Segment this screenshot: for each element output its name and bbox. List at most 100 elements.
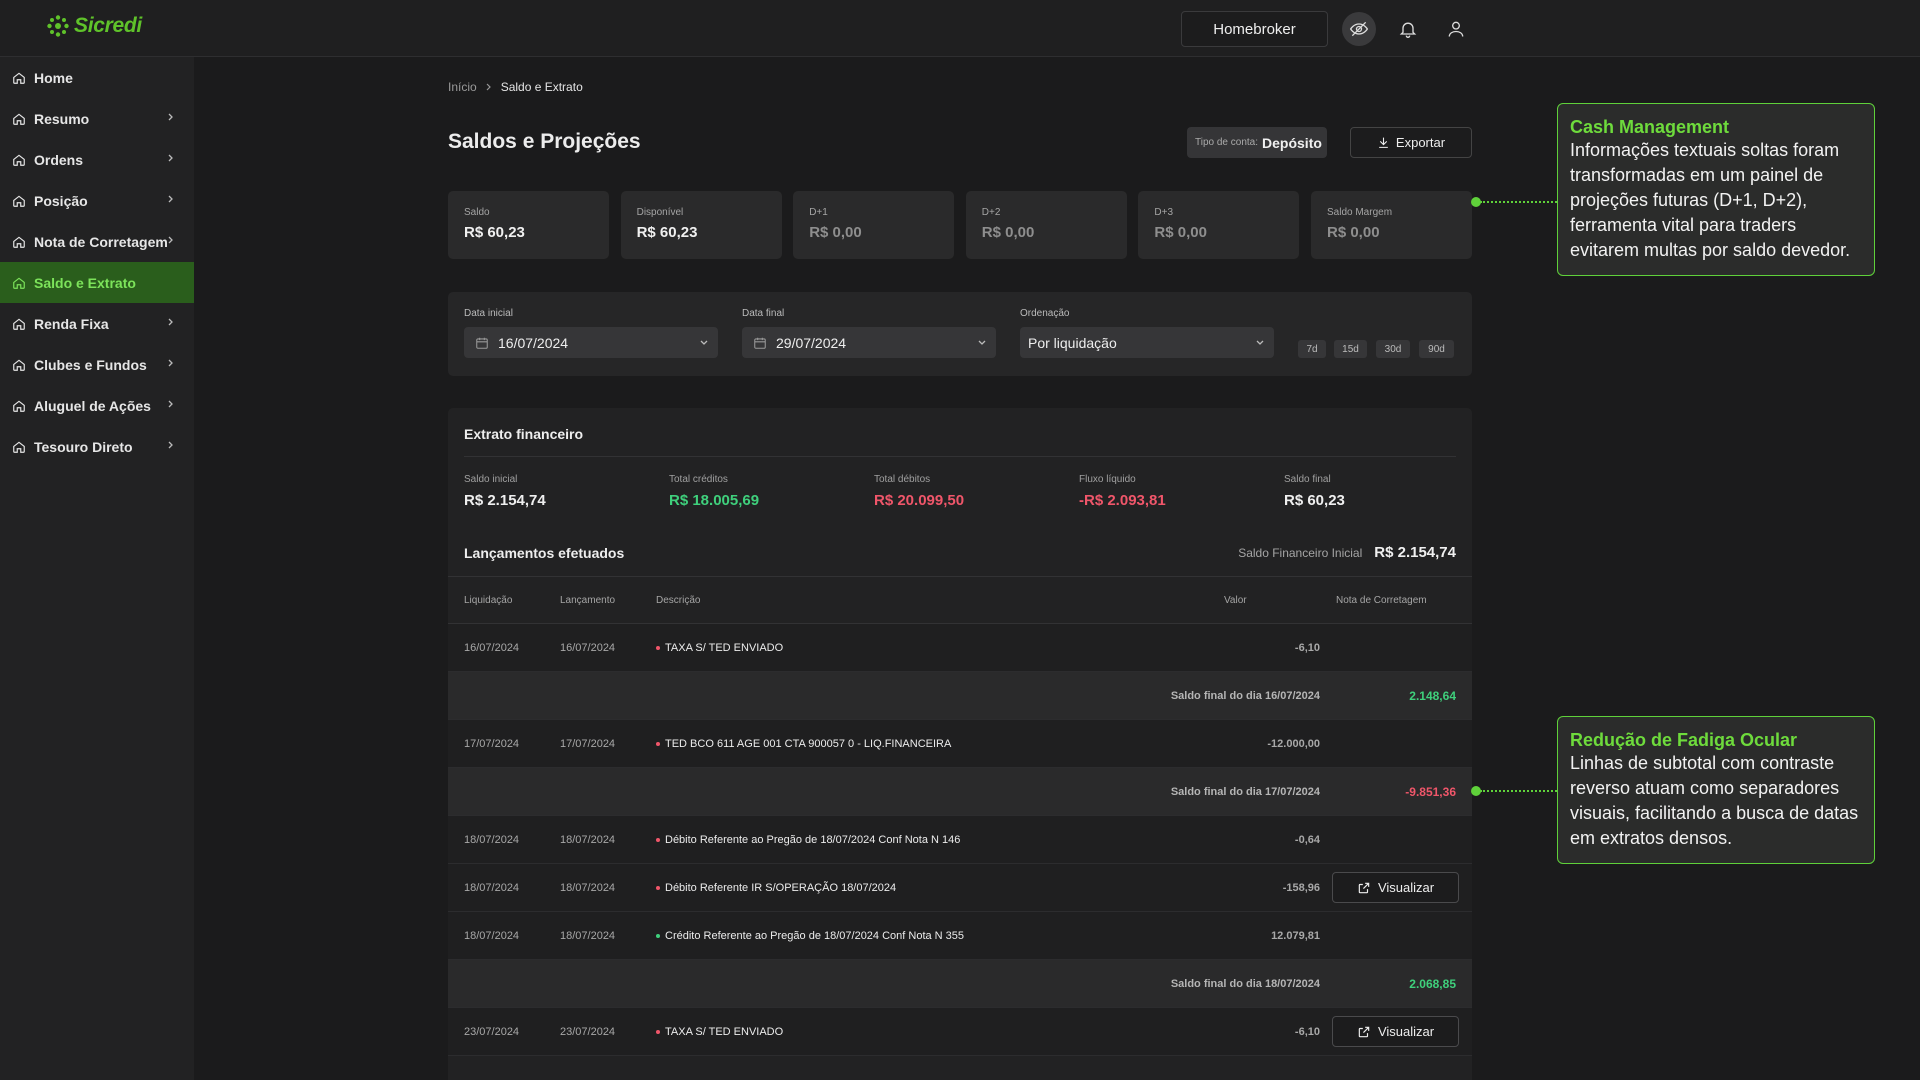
chevron-right-icon: [168, 359, 173, 367]
home-icon: [13, 236, 25, 248]
table-row[interactable]: 16/07/2024 16/07/2024 TAXA S/ TED ENVIADO -…: [448, 624, 1472, 672]
col-liquidacao[interactable]: Liquidação: [464, 595, 512, 606]
summary-label: Saldo final: [1284, 474, 1331, 485]
settlement-date: 16/07/2024: [464, 642, 520, 654]
balance-label: D+1: [809, 207, 828, 218]
sidebar-item-label: Tesouro Direto: [34, 438, 133, 455]
balance-value: R$ 0,00: [1154, 224, 1207, 241]
sidebar-item-ordens[interactable]: Ordens: [0, 139, 194, 180]
col-valor[interactable]: Valor: [1224, 595, 1247, 606]
entries-title: Lançamentos efetuados: [464, 545, 625, 561]
account-type-selector[interactable]: Tipo de conta: Depósito: [1187, 127, 1327, 158]
sidebar-item-label: Renda Fixa: [34, 315, 109, 332]
range-chip-90d[interactable]: 90d: [1419, 340, 1454, 358]
home-icon: [13, 154, 25, 166]
start-date-field[interactable]: 16/07/2024: [464, 327, 718, 358]
breadcrumb-root[interactable]: Início: [448, 80, 477, 94]
table-row[interactable]: 23/07/2024 23/07/2024 TAXA S/ TED ENVIADO -…: [448, 1008, 1472, 1056]
description: TAXA S/ TED ENVIADO: [656, 642, 783, 654]
callout-body: Informações textuais soltas foram transf…: [1570, 140, 1851, 260]
chevron-right-icon: [168, 318, 173, 326]
amount: -12.000,00: [1267, 738, 1320, 750]
range-chip-30d[interactable]: 30d: [1376, 340, 1410, 358]
chevron-down-icon: [700, 340, 708, 345]
sicredi-logo-icon: [47, 15, 69, 37]
status-dot: [656, 742, 660, 746]
subtotal-row: Saldo final do dia 17/07/2024 -9.851,36: [448, 768, 1472, 816]
filter-panel: Data inicial 16/07/2024 Data final 29/07…: [448, 292, 1472, 376]
subtotal-label: Saldo final do dia 18/07/2024: [1170, 978, 1320, 990]
profile-button[interactable]: [1439, 12, 1473, 46]
sidebar-item-home[interactable]: Home: [0, 57, 194, 98]
hide-values-button[interactable]: [1342, 12, 1376, 46]
bell-icon: [1399, 22, 1417, 38]
external-link-icon: [1358, 1026, 1370, 1037]
sidebar-item-resumo[interactable]: Resumo: [0, 98, 194, 139]
summary-value: R$ 20.099,50: [874, 492, 965, 509]
top-bar: Sicredi Homebroker: [0, 0, 1920, 57]
sidebar-item-posicao[interactable]: Posição: [0, 180, 194, 221]
description: TED BCO 611 AGE 001 CTA 900057 0 - LIQ.F…: [656, 738, 951, 750]
balance-value: R$ 60,23: [636, 224, 698, 241]
sidebar-item-label: Posição: [34, 192, 88, 209]
settlement-date: 23/07/2024: [464, 1026, 520, 1038]
view-note-button[interactable]: Visualizar: [1332, 872, 1459, 903]
order-value: Por liquidação: [1028, 334, 1117, 351]
subtotal-label: Saldo final do dia 17/07/2024: [1170, 786, 1320, 798]
balance-value: R$ 0,00: [981, 224, 1035, 241]
notifications-button[interactable]: [1391, 12, 1425, 46]
summary-label: Saldo inicial: [464, 474, 518, 485]
status-dot: [656, 1030, 660, 1034]
amount: -158,96: [1282, 882, 1320, 894]
calendar-icon: [754, 337, 766, 349]
summary-label: Fluxo líquido: [1079, 474, 1136, 485]
balance-value: R$ 0,00: [1327, 224, 1380, 241]
summary-item: Total créditos R$ 18.005,69: [669, 474, 759, 509]
sidebar-item-clubes-e-fundos[interactable]: Clubes e Fundos: [0, 344, 194, 385]
sidebar-item-nota-de-corretagem[interactable]: Nota de Corretagem: [0, 221, 194, 262]
order-select[interactable]: Por liquidação: [1020, 327, 1274, 358]
summary-label: Total débitos: [874, 474, 931, 485]
home-icon: [13, 113, 25, 125]
sidebar-item-aluguel-de-acoes[interactable]: Aluguel de Ações: [0, 385, 194, 426]
summary-item: Total débitos R$ 20.099,50: [874, 474, 964, 509]
table-row[interactable]: 18/07/2024 18/07/2024 Débito Referente ao …: [448, 816, 1472, 864]
chevron-down-icon: [978, 340, 986, 345]
homebroker-button[interactable]: Homebroker: [1181, 11, 1328, 47]
breadcrumb: Início Saldo e Extrato: [448, 80, 583, 94]
balance-card: D+1 R$ 0,00: [793, 191, 955, 259]
sidebar-item-label: Aluguel de Ações: [34, 397, 151, 414]
sidebar-item-tesouro-direto[interactable]: Tesouro Direto: [0, 426, 194, 467]
order-label: Ordenação: [1020, 308, 1070, 319]
end-date-field[interactable]: 29/07/2024: [742, 327, 996, 358]
view-note-label: Visualizar: [1377, 880, 1435, 895]
table-row[interactable]: 18/07/2024 18/07/2024 Crédito Referente ao…: [448, 912, 1472, 960]
chevron-right-icon: [168, 441, 173, 449]
summary-value: R$ 2.154,74: [464, 492, 546, 509]
range-chip-15d[interactable]: 15d: [1334, 340, 1367, 358]
view-note-label: Visualizar: [1377, 1024, 1435, 1039]
chevron-right-icon: [168, 195, 173, 203]
callout-anchor-dot: [1471, 786, 1481, 796]
brand-logo[interactable]: Sicredi: [46, 14, 142, 38]
col-lancamento[interactable]: Lançamento: [560, 595, 615, 606]
sidebar-item-renda-fixa[interactable]: Renda Fixa: [0, 303, 194, 344]
callout-title: Redução de Fadiga Ocular: [1570, 730, 1798, 750]
table-row[interactable]: 17/07/2024 17/07/2024 TED BCO 611 AGE 001 …: [448, 720, 1472, 768]
range-chip-7d[interactable]: 7d: [1298, 340, 1326, 358]
view-note-button[interactable]: Visualizar: [1332, 1016, 1459, 1047]
col-nota-corretagem[interactable]: Nota de Corretagem: [1336, 595, 1427, 606]
amount: -0,64: [1294, 834, 1320, 846]
description: TAXA S/ TED ENVIADO: [656, 1026, 783, 1038]
chevron-down-icon: [1256, 340, 1264, 345]
entry-date: 18/07/2024: [560, 882, 616, 894]
export-button[interactable]: Exportar: [1350, 127, 1472, 158]
table-row[interactable]: 18/07/2024 18/07/2024 Débito Referente IR …: [448, 864, 1472, 912]
sidebar-item-saldo-e-extrato[interactable]: Saldo e Extrato: [0, 262, 194, 303]
callout-eye-strain: Redução de Fadiga Ocular Linhas de subto…: [1557, 716, 1875, 864]
settlement-date: 18/07/2024: [464, 834, 520, 846]
status-dot: [656, 886, 660, 890]
chevron-right-icon: [168, 154, 173, 162]
initial-balance: Saldo Financeiro Inicial R$ 2.154,74: [1238, 544, 1456, 561]
col-descricao[interactable]: Descrição: [656, 595, 700, 606]
